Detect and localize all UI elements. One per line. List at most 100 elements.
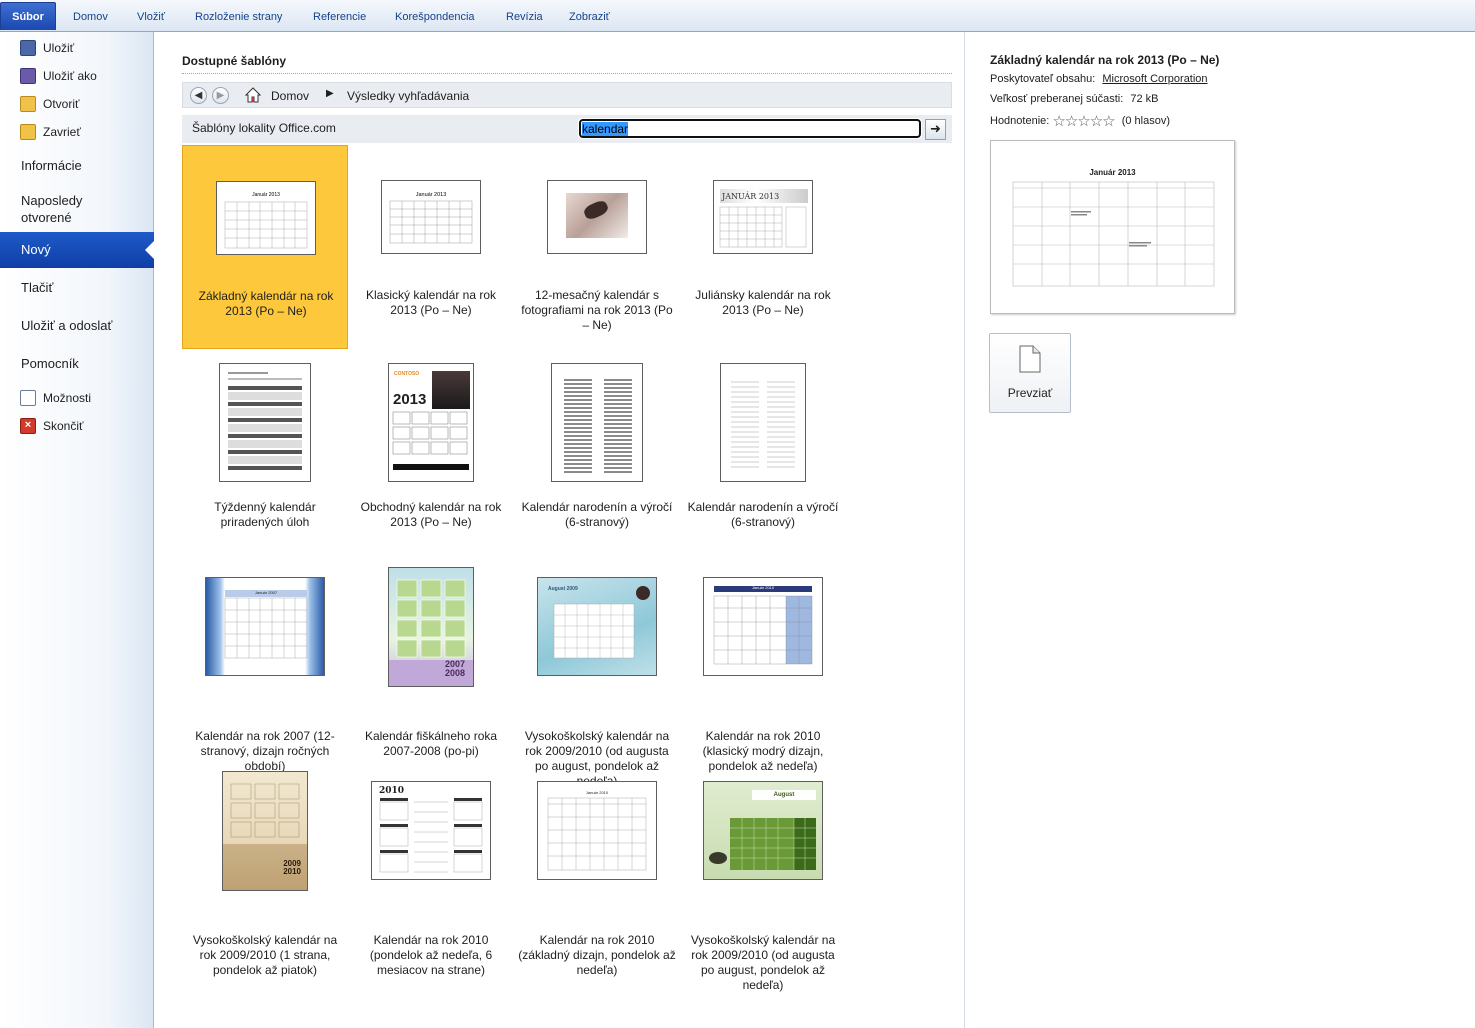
template-item[interactable]: 2009 2010 Vysokoškolský kalendár na rok 2… bbox=[182, 761, 348, 977]
open-label: Otvoriť bbox=[43, 97, 80, 111]
template-item[interactable]: August 2009 Vysokoškolský kalendár na ro… bbox=[514, 557, 680, 788]
tab-file[interactable]: Súbor bbox=[0, 2, 56, 30]
close-command[interactable]: Zavrieť bbox=[20, 121, 81, 143]
tab-mailings[interactable]: Korešpondencia bbox=[395, 4, 475, 30]
save-icon bbox=[20, 40, 36, 56]
template-item[interactable]: 2007 2008 Kalendár fiškálneho roka 2007-2… bbox=[348, 557, 514, 761]
template-thumbnail: August 2009 bbox=[537, 577, 657, 676]
close-label: Zavrieť bbox=[43, 125, 81, 139]
exit-command[interactable]: × Skončiť bbox=[20, 415, 84, 437]
heading-divider bbox=[182, 73, 952, 74]
templates-panel: Dostupné šablóny ◀ ▶ Domov ▶ Výsledky vy… bbox=[154, 32, 964, 1028]
tab-page-layout[interactable]: Rozloženie strany bbox=[195, 4, 282, 30]
nav-tab-save-send[interactable]: Uložiť a odoslať bbox=[0, 318, 154, 333]
forward-arrow-icon[interactable]: ▶ bbox=[212, 87, 229, 104]
search-bar: Šablóny lokality Office.com ➜ bbox=[182, 115, 952, 143]
template-thumbnail: JANUÁR 2013 bbox=[713, 180, 813, 254]
template-label: Kalendár narodenín a výročí (6-stranový) bbox=[687, 500, 839, 529]
document-icon bbox=[1019, 345, 1041, 373]
save-command[interactable]: Uložiť bbox=[20, 37, 74, 59]
template-label: Týždenný kalendár priradených úloh bbox=[214, 500, 316, 529]
template-item[interactable]: Kalendár narodenín a výročí (6-stranový) bbox=[680, 353, 846, 557]
template-label: Vysokoškolský kalendár na rok 2009/2010 … bbox=[192, 933, 338, 977]
thumb-month-text: Január 2013 bbox=[252, 192, 280, 198]
template-item[interactable]: Týždenný kalendár priradených úloh bbox=[182, 353, 348, 557]
template-thumbnail bbox=[720, 363, 806, 482]
nav-tab-new[interactable]: Nový bbox=[0, 232, 155, 268]
breadcrumb-home[interactable]: Domov bbox=[271, 89, 309, 103]
template-item[interactable]: CONTOSO 2013 Obchodný kalendár na rok 20… bbox=[348, 353, 514, 557]
template-thumbnail: Január 2010 bbox=[537, 781, 657, 880]
template-thumbnail: Január 2013 bbox=[216, 181, 316, 255]
template-label: Kalendár narodenín a výročí (6-stranový) bbox=[521, 500, 673, 529]
home-icon[interactable] bbox=[245, 87, 261, 103]
back-arrow-icon[interactable]: ◀ bbox=[190, 87, 207, 104]
search-input[interactable] bbox=[578, 118, 922, 139]
template-label: Juliánsky kalendár na rok 2013 (Po – Ne) bbox=[695, 288, 831, 317]
template-label: Vysokoškolský kalendár na rok 2009/2010 … bbox=[690, 933, 836, 992]
options-label: Možnosti bbox=[43, 391, 92, 405]
template-item[interactable]: JANUÁR 2013 Juliánsky kalendár na rok 20… bbox=[680, 145, 846, 349]
tab-review[interactable]: Revízia bbox=[506, 4, 543, 30]
tab-insert[interactable]: Vložiť bbox=[137, 4, 165, 30]
download-label: Prevziať bbox=[1007, 386, 1053, 400]
nav-tab-info[interactable]: Informácie bbox=[0, 158, 154, 173]
template-thumbnail: 2010 bbox=[371, 781, 491, 880]
thumb-month-text: Január 2013 bbox=[416, 192, 447, 198]
exit-label: Skončiť bbox=[43, 419, 84, 433]
breadcrumb: ◀ ▶ Domov ▶ Výsledky vyhľadávania bbox=[182, 82, 952, 108]
save-as-icon bbox=[20, 68, 36, 84]
options-command[interactable]: Možnosti bbox=[20, 387, 91, 409]
rating-stars-icon[interactable]: ☆☆☆☆☆ bbox=[1052, 112, 1115, 130]
template-thumbnail: Január 2010 bbox=[703, 577, 823, 676]
folder-close-icon bbox=[20, 124, 36, 140]
template-thumbnail: 2007 2008 bbox=[388, 567, 474, 687]
provider-row: Poskytovateľ obsahu: Microsoft Corporati… bbox=[990, 73, 1208, 85]
options-icon bbox=[20, 390, 36, 406]
template-item[interactable]: Január 2007 Kalendár na rok 2007 (12-str… bbox=[182, 557, 348, 773]
provider-link[interactable]: Microsoft Corporation bbox=[1102, 73, 1207, 85]
template-thumbnail: August bbox=[703, 781, 823, 880]
template-item[interactable]: Január 2013 Základný kalendár na rok 201… bbox=[182, 145, 348, 349]
tab-references[interactable]: Referencie bbox=[313, 4, 366, 30]
template-item[interactable]: 2010 Kalendár na rok 2010 (pondelok až n… bbox=[348, 761, 514, 977]
template-thumbnail: Január 2007 bbox=[205, 577, 325, 676]
year-text: 2007 2008 bbox=[444, 659, 465, 678]
template-item[interactable]: Január 2013 Klasický kalendár na rok 201… bbox=[348, 145, 514, 349]
template-item[interactable]: 12-mesačný kalendár s fotografiami na ro… bbox=[514, 145, 680, 349]
template-item[interactable]: Kalendár narodenín a výročí (6-stranový) bbox=[514, 353, 680, 557]
year-text: 2009 2010 bbox=[283, 859, 301, 876]
backstage-nav: Uložiť Uložiť ako Otvoriť Zavrieť Inform… bbox=[0, 32, 155, 1028]
template-details-pane: Základný kalendár na rok 2013 (Po – Ne) … bbox=[965, 32, 1475, 1028]
section-heading: Dostupné šablóny bbox=[182, 54, 287, 68]
template-thumbnail bbox=[547, 180, 647, 254]
breadcrumb-current: Výsledky vyhľadávania bbox=[347, 89, 470, 103]
size-value: 72 kB bbox=[1130, 93, 1159, 105]
template-label: Kalendár na rok 2010 (pondelok až nedeľa… bbox=[369, 933, 493, 977]
nav-tab-print[interactable]: Tlačiť bbox=[0, 280, 154, 295]
template-title: Základný kalendár na rok 2013 (Po – Ne) bbox=[990, 53, 1220, 67]
template-thumbnail bbox=[551, 363, 643, 482]
template-label: Klasický kalendár na rok 2013 (Po – Ne) bbox=[365, 288, 497, 317]
provider-label: Poskytovateľ obsahu: bbox=[990, 73, 1096, 85]
nav-tab-recent[interactable]: Naposledy otvorené bbox=[0, 192, 130, 226]
download-button[interactable]: Prevziať bbox=[989, 333, 1071, 413]
template-item[interactable]: August Vysokoškolský kalendár na rok 200… bbox=[680, 761, 846, 992]
template-label: Kalendár fiškálneho roka 2007-2008 (po-p… bbox=[364, 729, 498, 758]
template-label: Kalendár na rok 2010 (základný dizajn, p… bbox=[518, 933, 676, 977]
tab-view[interactable]: Zobraziť bbox=[569, 4, 610, 30]
breadcrumb-separator-icon: ▶ bbox=[326, 88, 334, 99]
size-label: Veľkosť preberanej súčasti: bbox=[990, 93, 1124, 105]
rating-row: Hodnotenie: ☆☆☆☆☆ (0 hlasov) bbox=[990, 112, 1170, 130]
template-item[interactable]: Január 2010 Kalendár na rok 2010 (klasic… bbox=[680, 557, 846, 773]
nav-tab-help[interactable]: Pomocník bbox=[0, 356, 154, 371]
template-thumbnail: 2009 2010 bbox=[222, 771, 308, 891]
open-command[interactable]: Otvoriť bbox=[20, 93, 80, 115]
template-item[interactable]: Január 2010 Kalendár na rok 2010 (základ… bbox=[514, 761, 680, 977]
save-as-label: Uložiť ako bbox=[43, 69, 97, 83]
folder-open-icon bbox=[20, 96, 36, 112]
tab-home[interactable]: Domov bbox=[73, 4, 108, 30]
template-label: Obchodný kalendár na rok 2013 (Po – Ne) bbox=[360, 500, 502, 529]
save-as-command[interactable]: Uložiť ako bbox=[20, 65, 97, 87]
search-go-arrow-icon[interactable]: ➜ bbox=[925, 119, 946, 140]
